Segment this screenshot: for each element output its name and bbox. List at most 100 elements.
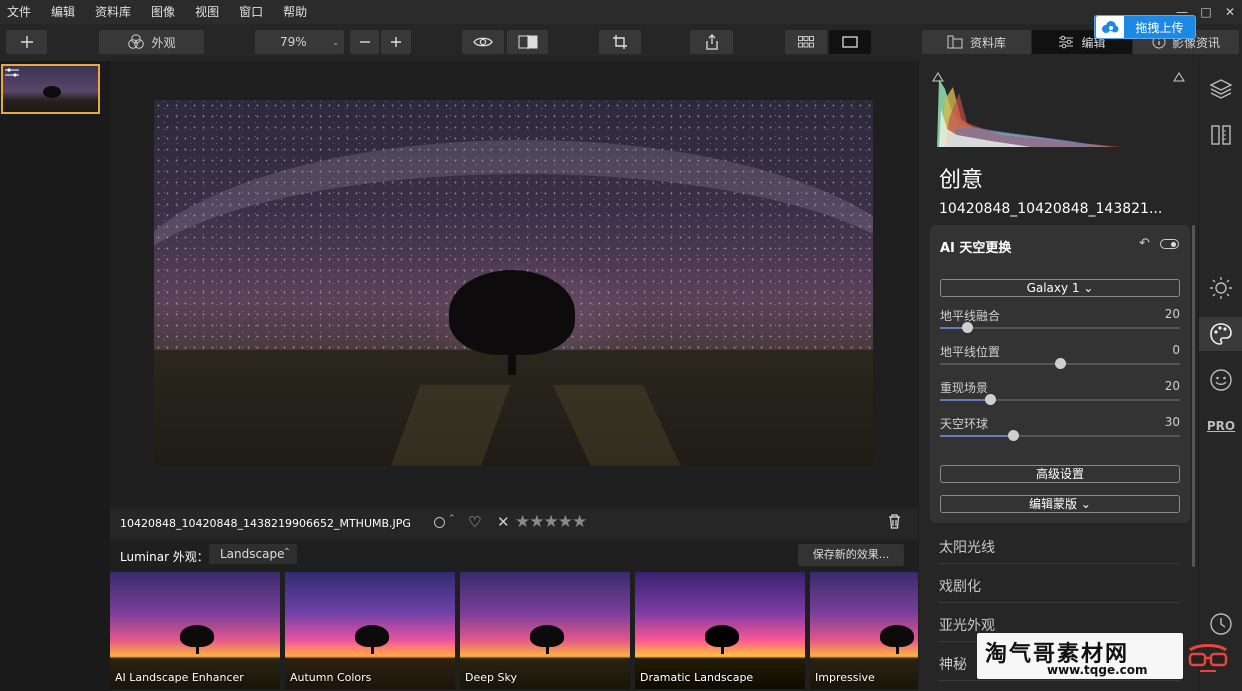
history-button[interactable] (1199, 607, 1242, 641)
menu-view[interactable]: 视图 (185, 0, 229, 24)
looks-category-select[interactable]: Landscape ⌃ (209, 544, 297, 564)
image-thumbnail[interactable] (1, 64, 100, 114)
slider-label: 地平线位置 (940, 345, 1001, 359)
slider-fill (940, 435, 1014, 437)
menu-help[interactable]: 帮助 (273, 0, 317, 24)
tool-category-rail: PRO (1198, 61, 1242, 691)
drag-upload-badge[interactable]: 拖拽上传 (1094, 15, 1196, 39)
slider-knob[interactable] (1055, 358, 1066, 369)
slider-horizon-position[interactable]: 地平线位置 0 (940, 343, 1180, 377)
menu-image[interactable]: 图像 (141, 0, 185, 24)
slider-knob[interactable] (985, 394, 996, 405)
split-view-icon (518, 35, 537, 49)
sky-selection-dropdown[interactable]: Galaxy 1 ⌄ (940, 279, 1180, 297)
close-button[interactable]: ✕ (1218, 0, 1242, 24)
creative-button[interactable] (1199, 317, 1242, 351)
preset-label: Impressive (815, 671, 875, 684)
pro-icon: PRO (1206, 419, 1236, 433)
tree-crown (449, 270, 575, 355)
section-dramatic[interactable]: 戏剧化 (939, 564, 1180, 603)
luminar-window: 文件 编辑 资料库 图像 视图 窗口 帮助 — □ ✕ 拖拽上传 外观 79% … (0, 0, 1242, 691)
image-canvas[interactable] (110, 61, 918, 508)
panel-scrollbar[interactable] (1192, 225, 1195, 567)
slider-track[interactable] (940, 327, 1180, 329)
color-label-icon[interactable] (434, 517, 445, 528)
sun-icon (1210, 277, 1232, 299)
portrait-button[interactable] (1199, 363, 1242, 397)
undo-icon[interactable]: ↶ (1139, 236, 1150, 251)
zoom-select[interactable]: 79% ⌄ (255, 30, 344, 54)
preset-tree (705, 625, 739, 647)
essentials-button[interactable] (1199, 271, 1242, 305)
filmstrip (0, 61, 110, 691)
compare-button[interactable] (507, 30, 548, 54)
menu-file[interactable]: 文件 (0, 0, 41, 24)
histogram-clip-highlight-icon (1173, 72, 1185, 82)
zoom-out-button[interactable] (350, 30, 379, 54)
library-icon (947, 35, 963, 49)
canvas-tools-icon (1211, 125, 1231, 145)
trash-icon[interactable] (888, 514, 901, 529)
slider-knob[interactable] (962, 322, 973, 333)
toggle-knob (1171, 242, 1176, 247)
adjustments-icon (5, 68, 19, 77)
advanced-settings-button[interactable]: 高级设置 (940, 465, 1180, 483)
edit-panel: 创意 10420848_10420848_143821... AI 天空更换 ↶… (919, 61, 1198, 691)
pro-tools-button[interactable]: PRO (1199, 409, 1242, 443)
plus-icon (391, 37, 401, 47)
looks-button[interactable]: 外观 (99, 30, 204, 54)
face-icon (1210, 369, 1232, 391)
cloud-icon (1096, 16, 1124, 38)
looks-icon (128, 34, 145, 49)
gallery-view-button[interactable] (785, 30, 827, 54)
watermark-url: www.tqge.com (1047, 663, 1148, 677)
slider-horizon-blend[interactable]: 地平线融合 20 (940, 307, 1180, 341)
preset-label: Deep Sky (465, 671, 517, 684)
add-button[interactable] (6, 30, 47, 54)
preset-ai-landscape-enhancer[interactable]: AI Landscape Enhancer (110, 572, 280, 689)
preset-tree (880, 625, 914, 647)
sliders-icon (1059, 35, 1074, 49)
preset-impressive[interactable]: Impressive (810, 572, 918, 689)
section-sun-rays[interactable]: 太阳光线 (939, 525, 1180, 564)
share-button[interactable] (690, 30, 733, 54)
single-view-button[interactable] (829, 30, 871, 54)
preset-label: AI Landscape Enhancer (115, 671, 244, 684)
chevron-down-icon: ⌄ (1079, 281, 1094, 295)
grid-icon (798, 36, 814, 48)
looks-category-value: Landscape (220, 547, 285, 561)
menu-window[interactable]: 窗口 (229, 0, 273, 24)
file-name: 10420848_10420848_1438219906652_MTHUMB.J… (120, 517, 411, 530)
slider-knob[interactable] (1008, 430, 1019, 441)
chevron-up-icon[interactable]: ⌃ (448, 514, 456, 524)
slider-label: 地平线融合 (940, 309, 1001, 323)
preset-tree (355, 625, 389, 647)
sky-selection-value: Galaxy 1 (1026, 281, 1080, 295)
canvas-tools-button[interactable] (1199, 118, 1242, 152)
layers-button[interactable] (1199, 72, 1242, 106)
menu-edit[interactable]: 编辑 (41, 0, 85, 24)
preset-deep-sky[interactable]: Deep Sky (460, 572, 630, 689)
preset-autumn-colors[interactable]: Autumn Colors (285, 572, 455, 689)
maximize-button[interactable]: □ (1194, 0, 1218, 24)
preset-tree (530, 625, 564, 647)
single-image-icon (842, 36, 858, 48)
heart-icon[interactable]: ♡ (468, 513, 481, 531)
menu-library[interactable]: 资料库 (85, 0, 141, 24)
slider-sky-global[interactable]: 天空环球 30 (940, 415, 1180, 449)
preview-button[interactable] (462, 30, 504, 54)
edit-mask-button[interactable]: 编辑蒙版 ⌄ (940, 495, 1180, 513)
tool-toggle[interactable] (1160, 239, 1179, 249)
reject-icon[interactable]: ✕ (497, 513, 510, 531)
watermark: 淘气哥素材网 www.tqge.com (977, 633, 1183, 679)
chevron-down-icon: ⌄ (1077, 497, 1091, 511)
slider-relight-scene[interactable]: 重现场景 20 (940, 379, 1180, 413)
save-look-button[interactable]: 保存新的效果... (798, 544, 904, 566)
crop-button[interactable] (599, 30, 641, 54)
looks-label: Luminar 外观： (120, 550, 209, 564)
edited-photo[interactable] (154, 100, 873, 466)
zoom-in-button[interactable] (381, 30, 411, 54)
tab-library[interactable]: 资料库 (922, 30, 1031, 54)
preset-dramatic-landscape[interactable]: Dramatic Landscape (635, 572, 805, 689)
star-rating[interactable]: ★★★★★ (515, 512, 587, 532)
